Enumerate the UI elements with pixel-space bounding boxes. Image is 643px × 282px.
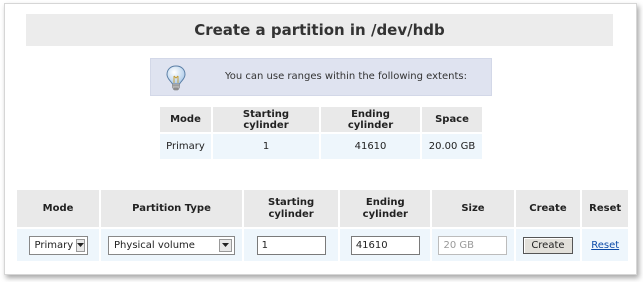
form-col-starting-cylinder: Starting cylinder bbox=[243, 190, 339, 227]
form-col-starting-cylinder-label: Starting cylinder bbox=[268, 196, 315, 220]
ending-cylinder-input[interactable]: 41610 bbox=[350, 235, 420, 255]
reset-link[interactable]: Reset bbox=[591, 240, 619, 251]
extents-header-row: Mode Starting cylinder Ending cylinder S… bbox=[160, 107, 482, 132]
form-col-ending-cylinder: Ending cylinder bbox=[340, 190, 431, 227]
starting-cylinder-cell: 1 bbox=[243, 229, 339, 261]
reset-cell: Reset bbox=[582, 229, 628, 261]
size-cell: 20 GB bbox=[432, 229, 514, 261]
mode-select[interactable]: Primary bbox=[28, 235, 88, 255]
form-input-row: Primary Physical volume 1 41610 20 GB Cr… bbox=[17, 229, 628, 261]
extents-space-value: 20.00 GB bbox=[422, 134, 482, 159]
partition-type-cell: Physical volume bbox=[101, 229, 242, 261]
mode-select-value: Primary bbox=[34, 239, 74, 251]
ending-cylinder-cell: 41610 bbox=[340, 229, 431, 261]
create-button[interactable]: Create bbox=[523, 236, 573, 254]
form-col-create: Create bbox=[515, 190, 581, 227]
create-partition-form: Mode Partition Type Starting cylinder En… bbox=[15, 188, 630, 263]
form-col-partition-type: Partition Type bbox=[101, 190, 242, 227]
extents-mode-value: Primary bbox=[160, 134, 211, 159]
partition-type-select-value: Physical volume bbox=[114, 239, 195, 251]
lightbulb-icon bbox=[165, 64, 187, 92]
extents-row: Primary 1 41610 20.00 GB bbox=[160, 134, 482, 159]
extents-ending-cylinder-value: 41610 bbox=[321, 134, 420, 159]
form-col-size: Size bbox=[432, 190, 514, 227]
extents-starting-cylinder-value: 1 bbox=[213, 134, 319, 159]
page-title: Create a partition in /dev/hdb bbox=[26, 14, 613, 46]
chevron-down-icon[interactable] bbox=[76, 238, 86, 252]
chevron-down-icon[interactable] bbox=[219, 238, 233, 252]
extents-col-mode: Mode bbox=[160, 107, 211, 132]
extents-col-space: Space bbox=[422, 107, 482, 132]
extents-col-starting-cylinder: Starting cylinder bbox=[213, 107, 319, 132]
info-text: You can use ranges within the following … bbox=[225, 71, 467, 82]
form-col-ending-cylinder-label: Ending cylinder bbox=[362, 196, 408, 220]
info-box: You can use ranges within the following … bbox=[150, 58, 492, 96]
create-cell: Create bbox=[515, 229, 581, 261]
size-input[interactable]: 20 GB bbox=[438, 235, 508, 255]
extents-col-ending-cylinder: Ending cylinder bbox=[321, 107, 420, 132]
form-col-mode: Mode bbox=[17, 190, 100, 227]
extents-table: Mode Starting cylinder Ending cylinder S… bbox=[158, 105, 484, 161]
form-header-row: Mode Partition Type Starting cylinder En… bbox=[17, 190, 628, 227]
starting-cylinder-input[interactable]: 1 bbox=[256, 235, 326, 255]
form-col-reset: Reset bbox=[582, 190, 628, 227]
mode-cell: Primary bbox=[17, 229, 100, 261]
partition-type-select[interactable]: Physical volume bbox=[108, 235, 236, 255]
